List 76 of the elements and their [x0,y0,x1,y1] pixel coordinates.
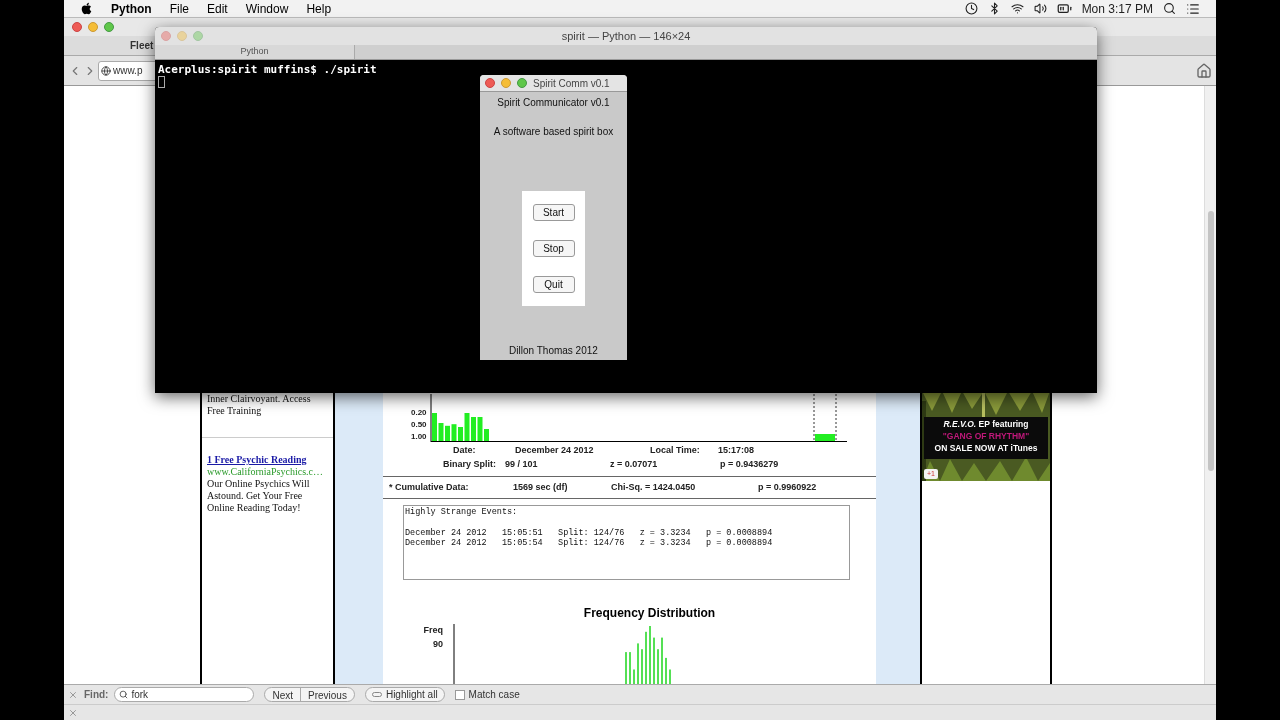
split-value: 99 / 101 [505,458,539,472]
chi-square-value: Chi-Sq. = 1424.0450 [611,480,697,494]
minimize-light-icon[interactable] [501,78,511,88]
browser-tab[interactable]: Fleet [128,38,156,53]
app-heading: Spirit Communicator v0.1 [496,96,611,110]
search-icon [119,690,129,699]
axis-tick: 0.50 [411,419,427,429]
apple-icon[interactable] [80,2,93,15]
window-title: spirit — Python — 146×24 [560,28,692,44]
find-field[interactable]: fork [114,687,255,702]
zoom-light-icon[interactable] [517,78,527,88]
p-value: p = 0.9436279 [720,458,779,472]
app-button[interactable]: Quit [532,275,575,293]
wifi-icon[interactable] [1010,2,1024,15]
z-value: z = 0.07071 [610,458,659,472]
cumulative-label: * Cumulative Data: [389,480,470,494]
p-value: p = 0.9960922 [758,480,817,494]
ad-line: ON SALE NOW AT iTunes [934,442,1038,454]
close-light-icon[interactable] [72,22,82,32]
close-icon[interactable] [68,707,78,718]
menu-item[interactable]: Help [306,0,332,18]
menu-item[interactable]: Edit [207,0,228,18]
app-button[interactable]: Start [532,204,575,222]
match-case-label: Match case [468,688,520,702]
events-heading: Highly Strange Events: [405,507,519,518]
volume-icon[interactable] [1033,2,1047,15]
axis-tick: 0.20 [411,407,427,417]
app-menu[interactable]: Python [111,0,152,18]
globe-icon [101,65,111,76]
find-label: Find: [84,688,109,702]
highlight-all-button[interactable]: Highlight all [364,687,445,702]
ad-text: Our Online Psychics Will Astound. Get Your Free Online Reading Today! [207,478,311,514]
zoom-light-icon[interactable] [104,22,114,32]
terminal-line: Acerplus:spirit muffins$ ./spirit [158,63,378,76]
app-button[interactable]: Stop [532,240,575,257]
find-nav-button[interactable]: Next [265,688,300,701]
app-subtitle: A software based spirit box [492,125,615,139]
find-nav-button[interactable]: Previous [300,688,354,701]
text-cursor [158,76,165,88]
date-label: Date: [453,443,477,457]
y-axis [453,624,455,684]
df-value: 1569 sec (df) [513,480,569,494]
ad-line: R.E.V.O. EP featuring [943,418,1029,430]
events-text-area[interactable]: Highly Strange Events: December 24 2012 15:05:51 Split: 124/76 z = 3.3234 p = 0.0008894 December 24 2012 15:05:54 Split: 124/76 z = 3.3234 p = 0.0008894 [403,505,850,580]
scrollbar[interactable] [1204,86,1216,684]
menu-item[interactable]: File [169,0,189,18]
list-icon[interactable] [1186,1,1200,16]
clock-icon[interactable] [964,2,978,15]
chart-bar [814,433,835,441]
dotted-line [835,393,837,442]
axis-label: Freq [423,624,443,637]
match-case-checkbox[interactable] [454,689,465,700]
close-light-icon[interactable] [485,78,495,88]
axis-tick: 1.00 [411,431,427,441]
terminal-tab[interactable]: Python [155,45,355,59]
ad-link[interactable]: 1 Free Psychic Reading [207,454,328,466]
ad-line: "GANG OF RHYTHM" [942,430,1030,442]
menu-clock[interactable]: Mon 3:17 PM [1081,0,1153,18]
chart-title: Frequency Distribution [582,605,717,622]
app-footer: Dillon Thomas 2012 [480,343,627,358]
split-label: Binary Split: [443,458,497,472]
battery-icon[interactable] [1056,1,1072,16]
dotted-line [813,393,815,442]
date-value: December 24 2012 [515,443,595,457]
window-title: Spirit Comm v0.1 [533,76,610,91]
ad-url: www.CaliforniaPsychics.c… [207,466,324,478]
search-icon[interactable] [1163,2,1176,15]
event-row-text: December 24 2012 15:05:54 Split: 124/76 z = 3.3234 p = 0.0008894 [405,538,774,549]
home-icon[interactable] [1196,62,1212,79]
menu-item[interactable]: Window [245,0,289,18]
time-value: 15:17:08 [718,443,755,457]
minimize-light-icon[interactable] [88,22,98,32]
time-label: Local Time: [650,443,701,457]
event-row-text: December 24 2012 15:05:51 Split: 124/76 z = 3.3234 p = 0.0008894 [405,528,774,538]
axis-tick: 90 [433,637,443,651]
close-icon[interactable] [68,689,78,700]
